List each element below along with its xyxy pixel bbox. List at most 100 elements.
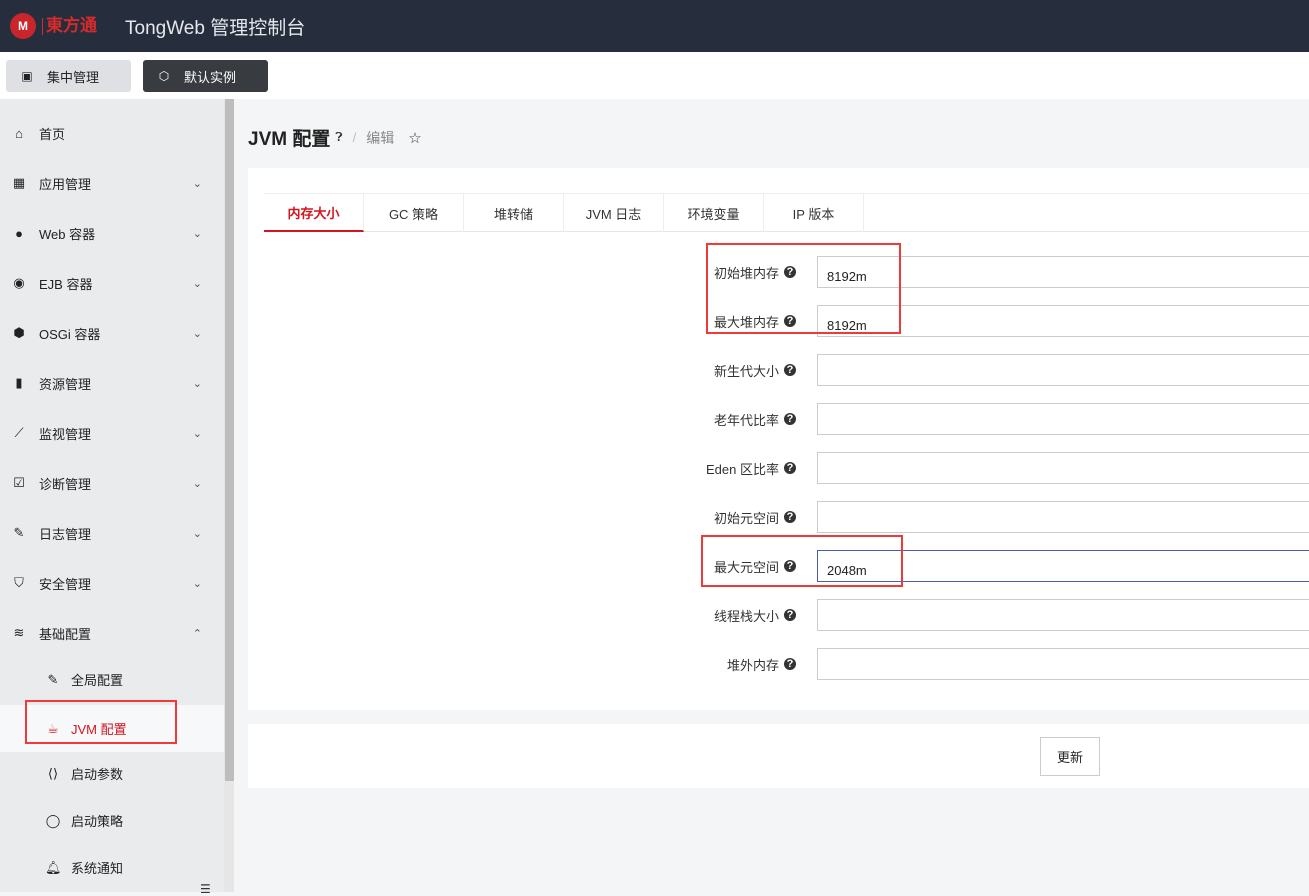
- field-label: 老年代比率?: [714, 403, 796, 435]
- layers-icon: ≋: [13, 625, 25, 640]
- sidebar-sub-global-config[interactable]: ✎ 全局配置: [0, 656, 224, 703]
- chevron-down-icon: ⌄: [192, 427, 202, 440]
- label: 安全管理: [39, 576, 92, 592]
- form-row: 线程栈大小?: [248, 599, 1309, 631]
- label: OSGi 容器: [39, 326, 101, 342]
- bell-icon: 🔔︎: [45, 859, 62, 875]
- tab-ip-version[interactable]: IP 版本: [764, 194, 864, 232]
- field-input[interactable]: [817, 452, 1309, 484]
- sidebar-item-logs[interactable]: ✎ 日志管理 ⌄: [0, 508, 224, 558]
- tongtech-logo: M 東方通: [10, 8, 110, 44]
- field-label: 堆外内存?: [727, 648, 796, 680]
- label: 监视管理: [39, 426, 92, 442]
- tab-bar: 内存大小 GC 策略 堆转储 JVM 日志 环境变量 IP 版本: [264, 193, 1309, 232]
- field-label: 初始元空间?: [714, 501, 796, 533]
- sidebar-item-security[interactable]: ⛉ 安全管理 ⌄: [0, 558, 224, 608]
- label: EJB 容器: [39, 276, 93, 292]
- label: 日志管理: [39, 526, 92, 542]
- book-icon: ▮: [15, 375, 23, 390]
- label-text: Eden 区比率: [706, 461, 779, 477]
- label: 启动策略: [71, 814, 124, 829]
- breadcrumb-separator: /: [352, 130, 357, 145]
- tab-env[interactable]: 环境变量: [664, 194, 764, 232]
- sidebar-item-apps[interactable]: ▦ 应用管理 ⌄: [0, 158, 224, 208]
- help-icon[interactable]: ?: [784, 511, 796, 523]
- field-label: 新生代大小?: [714, 354, 796, 386]
- label-text: 堆外内存: [726, 657, 779, 673]
- circle-icon: ◯: [45, 812, 61, 828]
- sidebar-item-home[interactable]: ⌂ 首页: [0, 108, 224, 158]
- form-row: 老年代比率?: [248, 403, 1309, 435]
- form-row: 新生代大小?: [248, 354, 1309, 386]
- default-instance-button[interactable]: ⬡ 默认实例: [143, 60, 268, 92]
- scrollbar-thumb[interactable]: [225, 99, 234, 781]
- star-icon[interactable]: ☆: [408, 129, 421, 147]
- field-label: 线程栈大小?: [714, 599, 796, 631]
- help-icon[interactable]: ?: [784, 658, 796, 670]
- toolbar: ▣ 集中管理 ⬡ 默认实例: [0, 52, 1309, 99]
- label-text: 新生代大小: [713, 363, 779, 379]
- cubes-icon: ⬢: [13, 325, 25, 340]
- tab-heapdump[interactable]: 堆转储: [464, 194, 564, 232]
- field-input[interactable]: [817, 354, 1309, 386]
- form-row: Eden 区比率?: [248, 452, 1309, 484]
- chevron-down-icon: ⌄: [192, 577, 202, 590]
- label-text: 老年代比率: [713, 412, 779, 428]
- label: Web 容器: [39, 226, 96, 242]
- highlight-box: [25, 700, 177, 744]
- form-row: 堆外内存?: [248, 648, 1309, 680]
- sidebar-item-ejb[interactable]: ◉ EJB 容器 ⌄: [0, 258, 224, 308]
- chevron-up-icon: ⌃: [192, 627, 202, 640]
- chevron-down-icon: ⌄: [192, 277, 202, 290]
- central-management-button[interactable]: ▣ 集中管理: [6, 60, 131, 92]
- central-label: 集中管理: [47, 69, 100, 85]
- breadcrumb: JVM 配置 ❓︎ / 编辑 ☆: [248, 124, 422, 151]
- sidebar-item-basic-config[interactable]: ≋ 基础配置 ⌃: [0, 608, 224, 658]
- help-icon[interactable]: ?: [784, 609, 796, 621]
- highlight-box: [701, 535, 903, 587]
- globe-icon: ●: [15, 225, 23, 241]
- label: 全局配置: [71, 673, 124, 688]
- field-label: Eden 区比率?: [706, 452, 796, 484]
- label-text: 线程栈大小: [713, 608, 779, 624]
- label-text: 初始元空间: [713, 510, 779, 526]
- sidebar-sub-notifications[interactable]: 🔔︎ 系统通知: [0, 844, 224, 891]
- help-icon[interactable]: ?: [784, 413, 796, 425]
- sliders-icon[interactable]: ☰: [200, 882, 211, 896]
- sidebar-scrollbar[interactable]: [224, 99, 234, 892]
- update-button[interactable]: 更新: [1040, 737, 1100, 776]
- sidebar-sub-startup-strategy[interactable]: ◯ 启动策略: [0, 797, 224, 844]
- edit-icon: ✎: [13, 525, 25, 540]
- label: 应用管理: [39, 176, 92, 192]
- label: 启动参数: [71, 767, 124, 782]
- field-input[interactable]: [817, 403, 1309, 435]
- pencil-icon: ✎: [47, 671, 59, 687]
- tab-jvm-log[interactable]: JVM 日志: [564, 194, 664, 232]
- sidebar-item-osgi[interactable]: ⬢ OSGi 容器 ⌄: [0, 308, 224, 358]
- help-icon[interactable]: ?: [784, 462, 796, 474]
- help-icon[interactable]: ?: [784, 364, 796, 376]
- sidebar-item-diagnose[interactable]: ☑ 诊断管理 ⌄: [0, 458, 224, 508]
- chart-icon: ⟋: [14, 425, 24, 440]
- page-title: JVM 配置: [248, 129, 331, 150]
- target-icon: ◉: [13, 275, 25, 290]
- cube-icon: ⬡: [158, 69, 170, 83]
- sidebar-item-resources[interactable]: ▮ 资源管理 ⌄: [0, 358, 224, 408]
- grid-icon: ▦: [12, 175, 26, 190]
- tab-memory[interactable]: 内存大小: [264, 194, 364, 232]
- frame-icon: ▣: [21, 69, 33, 83]
- shield-icon: ⛉: [14, 575, 24, 590]
- field-input[interactable]: [817, 648, 1309, 680]
- chevron-down-icon: ⌄: [192, 477, 202, 490]
- sidebar-item-web[interactable]: ● Web 容器 ⌄: [0, 208, 224, 258]
- clipboard-icon: ☑: [13, 475, 25, 490]
- sidebar-item-monitor[interactable]: ⟋ 监视管理 ⌄: [0, 408, 224, 458]
- help-icon[interactable]: ❓︎: [335, 130, 342, 145]
- chevron-down-icon: ⌄: [192, 377, 202, 390]
- action-card: 更新: [248, 724, 1309, 788]
- field-input[interactable]: [817, 599, 1309, 631]
- instance-label: 默认实例: [184, 69, 237, 85]
- field-input[interactable]: [817, 501, 1309, 533]
- tab-gc[interactable]: GC 策略: [364, 194, 464, 232]
- sidebar-sub-startup-params[interactable]: ⟨⟩ 启动参数: [0, 750, 224, 797]
